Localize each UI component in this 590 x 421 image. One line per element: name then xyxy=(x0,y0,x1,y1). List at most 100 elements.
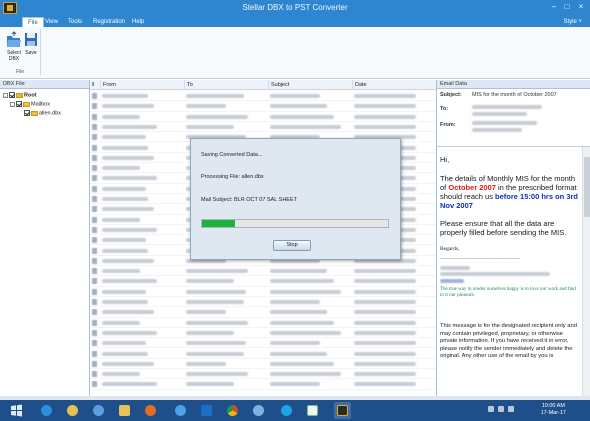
network-icon[interactable] xyxy=(250,402,267,419)
menu-help[interactable]: Help xyxy=(127,17,149,27)
paint-icon[interactable] xyxy=(64,402,81,419)
redacted-cell xyxy=(186,372,248,377)
redacted-cell xyxy=(102,351,148,356)
redacted-cell xyxy=(354,104,416,109)
tray-icon[interactable] xyxy=(488,406,494,412)
table-row[interactable] xyxy=(90,328,436,339)
maximize-button[interactable]: □ xyxy=(561,2,573,12)
message-icon xyxy=(92,206,97,213)
redacted-cell xyxy=(102,186,146,191)
message-icon xyxy=(92,93,97,99)
redacted-cell xyxy=(186,300,244,304)
stellar-app-icon[interactable] xyxy=(334,402,351,419)
redacted-cell xyxy=(102,382,157,387)
scrollbar-thumb[interactable] xyxy=(584,157,590,217)
redacted-cell xyxy=(186,351,244,356)
table-row[interactable] xyxy=(90,122,436,133)
greeting: Hi, xyxy=(440,155,450,164)
attachment-column-icon[interactable]: ‖ xyxy=(90,80,100,90)
redacted-cell xyxy=(102,341,146,346)
menu-tools[interactable]: Tools xyxy=(63,17,87,27)
column-to[interactable]: To xyxy=(184,80,268,90)
files-icon[interactable] xyxy=(116,402,133,419)
to-value-redacted xyxy=(472,105,542,109)
explorer-icon[interactable] xyxy=(172,402,189,419)
start-button[interactable] xyxy=(8,402,25,419)
style-menu[interactable]: Style ˅ xyxy=(563,17,582,27)
redacted-cell xyxy=(270,124,341,129)
skype-icon[interactable] xyxy=(278,402,295,419)
save-button[interactable]: Save xyxy=(20,31,42,56)
redacted-cell xyxy=(186,114,248,119)
email-body-scrollbar[interactable] xyxy=(582,147,590,396)
redacted-cell xyxy=(102,104,154,109)
table-row[interactable] xyxy=(90,307,436,318)
redacted-cell xyxy=(354,94,416,98)
table-row[interactable] xyxy=(90,379,436,390)
table-row[interactable] xyxy=(90,287,436,297)
message-icon xyxy=(92,319,97,326)
redacted-cell xyxy=(102,310,154,315)
table-row[interactable] xyxy=(90,91,436,102)
table-row[interactable] xyxy=(90,266,436,277)
table-row[interactable] xyxy=(90,318,436,328)
redacted-cell xyxy=(354,269,416,274)
dialog-status: Saving Converted Data... xyxy=(201,152,263,158)
mailbox-checkbox[interactable] xyxy=(16,101,22,107)
table-row[interactable] xyxy=(90,112,436,122)
table-row[interactable] xyxy=(90,338,436,349)
ribbon: Select DBX Save File xyxy=(0,27,590,79)
redacted-cell xyxy=(186,94,244,98)
volume-icon[interactable] xyxy=(508,406,514,412)
minimize-button[interactable]: – xyxy=(548,2,560,12)
message-icon xyxy=(92,165,97,172)
to-value-redacted xyxy=(472,112,527,116)
ie-icon[interactable] xyxy=(38,402,55,419)
message-icon xyxy=(92,226,97,233)
from-label: From: xyxy=(440,122,456,128)
table-row[interactable] xyxy=(90,359,436,370)
outlook-icon[interactable] xyxy=(198,402,215,419)
redacted-cell xyxy=(102,238,146,243)
message-icon xyxy=(92,123,97,130)
allen-dbx-checkbox[interactable] xyxy=(24,110,30,116)
firefox-icon[interactable] xyxy=(142,402,159,419)
tree-item-root[interactable]: - Root xyxy=(3,92,37,99)
media-icon[interactable] xyxy=(90,402,107,419)
collapse-icon[interactable]: - xyxy=(10,101,15,107)
message-list-header: ‖ From To Subject Date xyxy=(90,80,436,90)
redacted-cell xyxy=(186,341,246,346)
column-date[interactable]: Date xyxy=(352,80,436,90)
message-icon xyxy=(92,329,97,336)
table-row[interactable] xyxy=(90,101,436,112)
close-button[interactable]: × xyxy=(575,2,587,12)
dialog-mail-subject: Mail Subject: BLR OCT 07 SAL SHEET xyxy=(201,197,297,203)
taskbar-clock[interactable]: 10:00 AM 17-Mar-17 xyxy=(541,403,566,417)
column-from[interactable]: From xyxy=(100,80,184,90)
menu-view[interactable]: View xyxy=(40,17,63,27)
highlight-month: October 2007 xyxy=(448,183,496,192)
table-row[interactable] xyxy=(90,369,436,380)
tree-item-mailbox[interactable]: - Mailbox xyxy=(10,101,50,108)
message-icon xyxy=(92,237,97,244)
tree-item-allen-dbx[interactable]: allen.dbx xyxy=(24,110,61,117)
redacted-cell xyxy=(270,330,341,335)
menu-registration[interactable]: Registration xyxy=(88,17,130,27)
to-label: To: xyxy=(440,106,449,112)
redacted-cell xyxy=(102,300,148,304)
chrome-icon[interactable] xyxy=(224,402,241,419)
redacted-cell xyxy=(270,320,334,325)
stop-button[interactable]: Stop xyxy=(273,240,311,251)
tray-icon[interactable] xyxy=(498,406,504,412)
message-icon xyxy=(92,371,97,378)
table-row[interactable] xyxy=(90,276,436,287)
root-checkbox[interactable] xyxy=(9,92,15,98)
redacted-cell xyxy=(270,94,320,98)
column-subject[interactable]: Subject xyxy=(268,80,352,90)
table-row[interactable] xyxy=(90,349,436,359)
message-icon xyxy=(92,134,97,141)
menu-bar: File View Tools Registration Help Style … xyxy=(0,16,590,27)
notepad-icon[interactable] xyxy=(304,402,321,419)
collapse-icon[interactable]: - xyxy=(3,92,8,98)
table-row[interactable] xyxy=(90,297,436,308)
